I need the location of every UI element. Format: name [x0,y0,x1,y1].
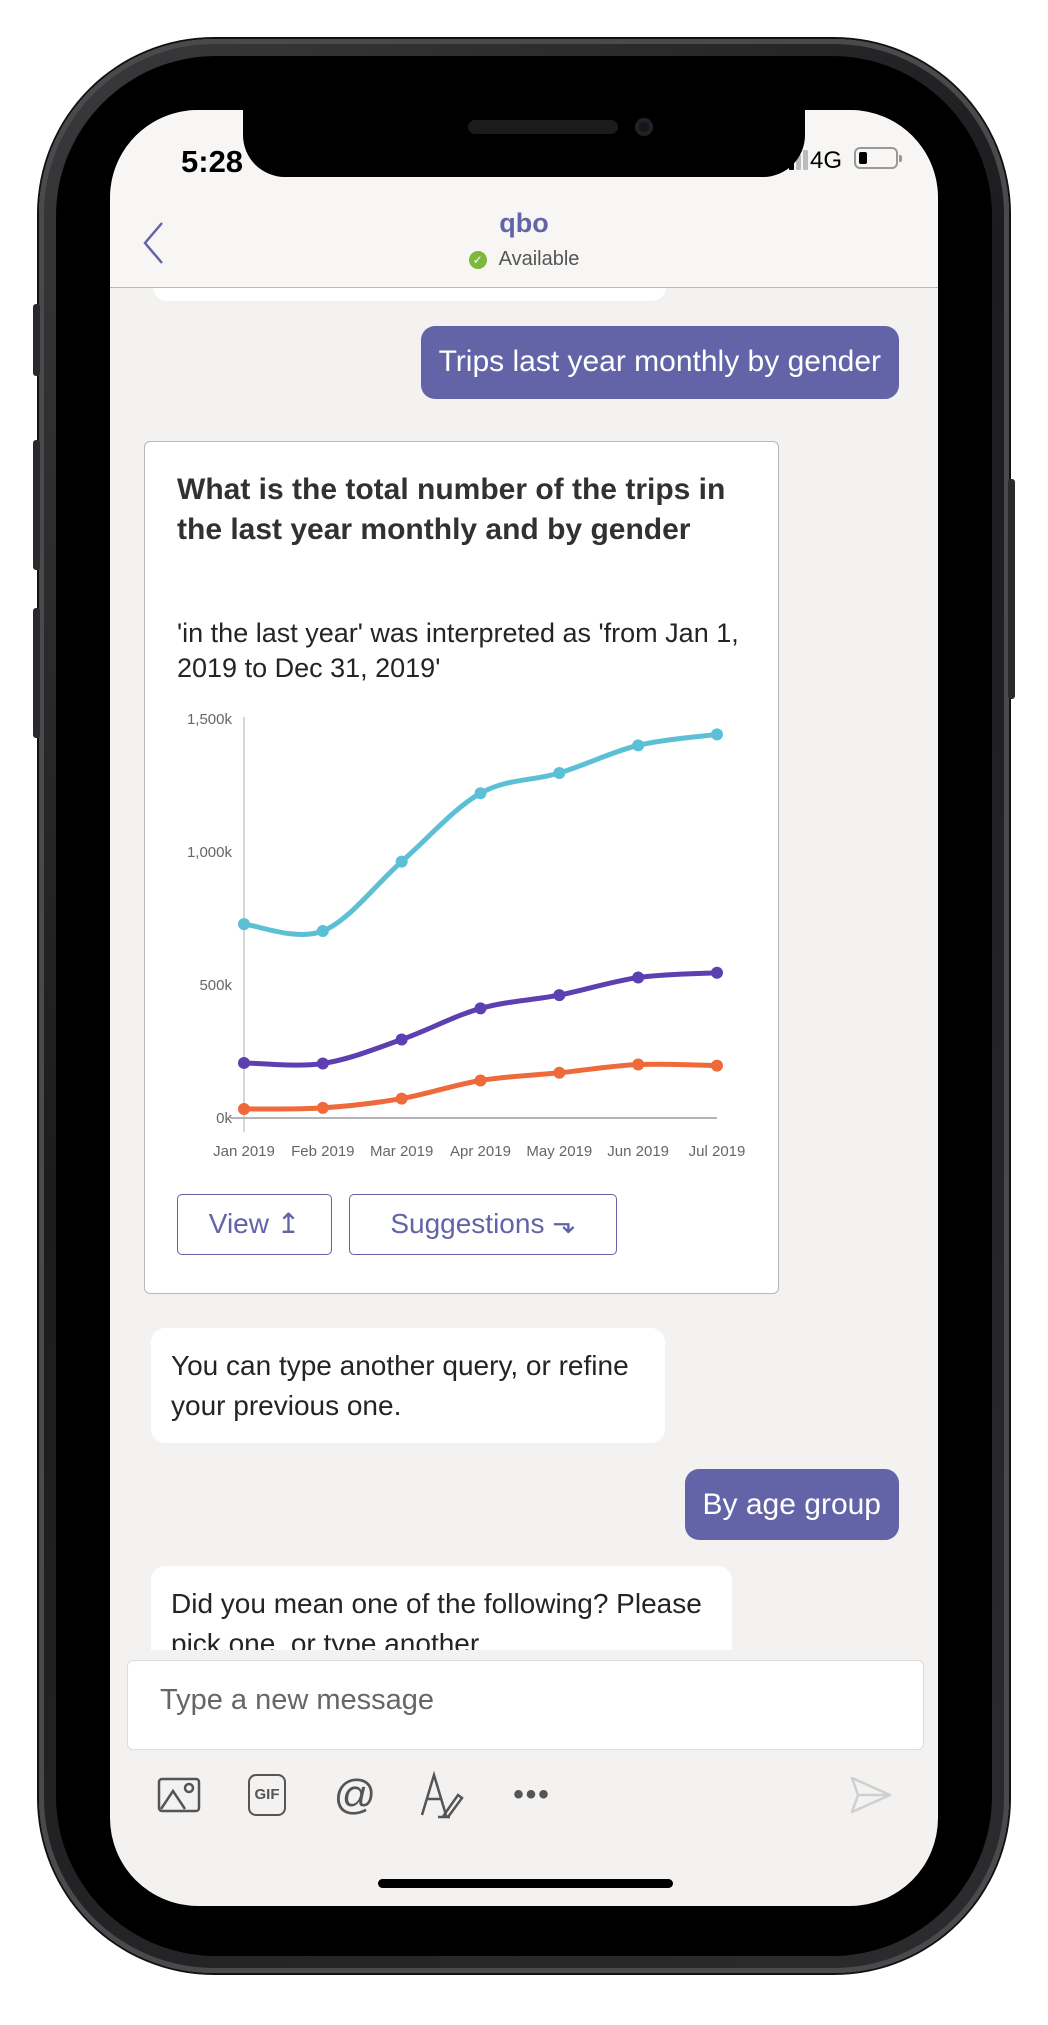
send-icon[interactable] [848,1772,894,1818]
data-point [474,787,487,800]
data-point [395,1092,408,1105]
mute-switch [33,304,40,376]
y-tick-label: 500k [199,977,232,994]
data-point [395,1033,408,1046]
presence-status: ✓ Available [110,248,938,271]
speaker [468,120,618,134]
answer-card: What is the total number of the trips in… [144,441,779,1294]
data-point [632,1058,645,1071]
data-point [316,1057,329,1070]
gif-icon[interactable]: GIF [244,1772,290,1818]
user-message: Trips last year monthly by gender [420,326,899,399]
x-tick-label: May 2019 [526,1143,592,1160]
screen: 5:28 4G qbo ✓ Available Trips last year m… [110,110,938,1906]
x-tick-label: Feb 2019 [291,1143,354,1160]
x-tick-label: Jun 2019 [607,1143,669,1160]
data-point [632,739,645,752]
format-icon[interactable] [418,1771,464,1819]
previous-bot-message [153,288,666,301]
gif-label: GIF [248,1774,286,1816]
bot-message: Did you mean one of the following? Pleas… [151,1566,732,1650]
trips-line-chart: 0k 500k 1,000k 1,500k Jan 2019 Feb 2019 Mar 20… [187,711,746,1160]
camera [635,118,653,136]
message-input[interactable] [158,1683,892,1718]
image-icon[interactable] [156,1772,202,1818]
data-point [238,1102,250,1115]
data-point [711,1059,723,1072]
presence-label: Available [498,248,580,270]
y-tick-label: 1,500k [187,711,233,728]
data-point [238,918,250,931]
volume-up-button [33,440,40,570]
suggestions-button[interactable]: Suggestions ⬎ [349,1194,617,1255]
data-point [711,728,723,741]
y-tick-label: 0k [216,1110,232,1127]
mention-icon[interactable]: @ [332,1771,378,1818]
y-tick-label: 1,000k [187,844,233,861]
home-indicator[interactable] [378,1879,673,1888]
bot-message: You can type another query, or refine yo… [151,1328,665,1443]
message-list[interactable]: Trips last year monthly by gender What i… [110,288,938,1650]
available-check-icon: ✓ [468,251,487,269]
compose-box[interactable] [127,1660,924,1750]
network-type: 4G [810,147,843,174]
x-tick-label: Apr 2019 [450,1143,511,1160]
data-point [553,766,566,779]
power-button [1008,479,1015,699]
more-icon[interactable]: ••• [509,1772,555,1818]
data-point [238,1056,250,1069]
data-point [474,1002,487,1015]
x-tick-label: Jul 2019 [689,1143,746,1160]
series-line-1 [241,970,720,1068]
x-tick-label: Mar 2019 [370,1143,433,1160]
user-message: By age group [684,1469,899,1540]
data-point [316,1101,329,1114]
volume-down-button [33,608,40,738]
series-line-2 [241,1061,720,1112]
series-line-0 [241,731,720,937]
view-button[interactable]: View ↥ [177,1194,332,1255]
data-point [395,855,408,868]
data-point [474,1074,487,1087]
data-point [553,989,566,1002]
x-tick-label: Jan 2019 [213,1143,275,1160]
notch [243,110,805,177]
chat-title[interactable]: qbo [110,208,938,239]
data-point [553,1066,566,1079]
status-time: 5:28 [181,144,244,179]
data-point [711,966,723,979]
data-point [632,971,645,984]
data-point [316,925,329,938]
battery-icon [854,147,902,169]
